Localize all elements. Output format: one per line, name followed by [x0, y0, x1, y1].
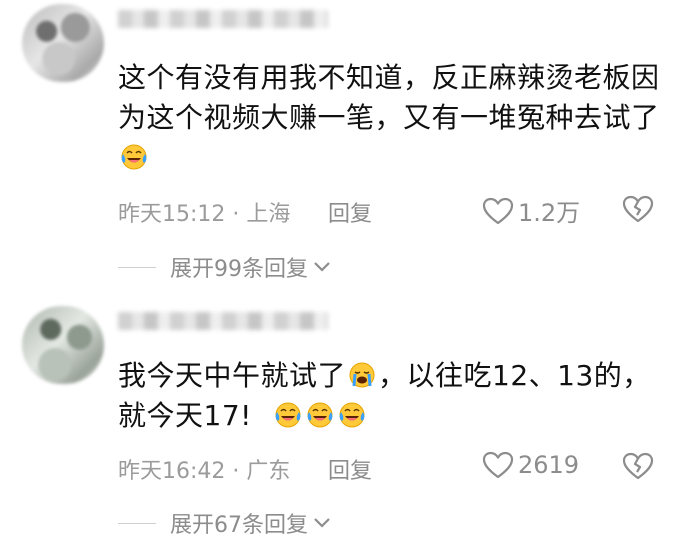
chevron-down-icon	[314, 518, 330, 528]
comment-time: 昨天15:12	[118, 202, 226, 227]
like-button[interactable]: 1.2万	[482, 193, 580, 228]
meta-separator: ·	[232, 459, 240, 484]
heart-icon	[482, 196, 514, 226]
broken-heart-icon[interactable]	[622, 451, 654, 481]
expand-replies-button[interactable]: 展开67条回复	[118, 507, 331, 539]
laugh-cry-emoji	[119, 142, 149, 172]
chevron-down-icon	[314, 262, 330, 272]
laugh-cry-emoji	[273, 400, 303, 430]
meta-separator: ·	[232, 202, 240, 227]
comment-meta: 昨天16:42 · 广东	[118, 453, 290, 485]
reply-button[interactable]: 回复	[328, 196, 372, 228]
expand-replies-label: 展开67条回复	[170, 513, 308, 538]
laugh-cry-emoji	[305, 400, 335, 430]
username-blurred[interactable]	[118, 312, 328, 330]
divider-line	[118, 266, 156, 268]
reply-button[interactable]: 回复	[328, 453, 372, 485]
expand-replies-button[interactable]: 展开99条回复	[118, 251, 331, 283]
avatar[interactable]	[22, 4, 104, 82]
username-blurred[interactable]	[118, 10, 328, 28]
comment-location: 广东	[246, 459, 291, 484]
laugh-cry-emoji	[337, 400, 367, 430]
expand-replies-label: 展开99条回复	[170, 257, 308, 282]
comment-location: 上海	[246, 202, 291, 227]
broken-heart-icon[interactable]	[622, 194, 654, 224]
heart-icon	[482, 450, 514, 480]
comment-time: 昨天16:42	[118, 459, 226, 484]
divider-line	[118, 522, 156, 524]
crying-emoji	[347, 360, 377, 390]
like-button[interactable]: 2619	[482, 450, 579, 480]
like-count: 2619	[518, 451, 580, 479]
like-count: 1.2万	[518, 199, 581, 227]
comment-text: 这个有没有用我不知道，反正麻辣烫老板因为这个视频大赚一笔，又有一堆冤种去试了	[118, 58, 668, 178]
comment-meta: 昨天15:12 · 上海	[118, 196, 290, 228]
comment-text: 我今天中午就试了 ，以往吃12、13的，就今天17!	[118, 359, 651, 432]
avatar[interactable]	[22, 306, 104, 384]
